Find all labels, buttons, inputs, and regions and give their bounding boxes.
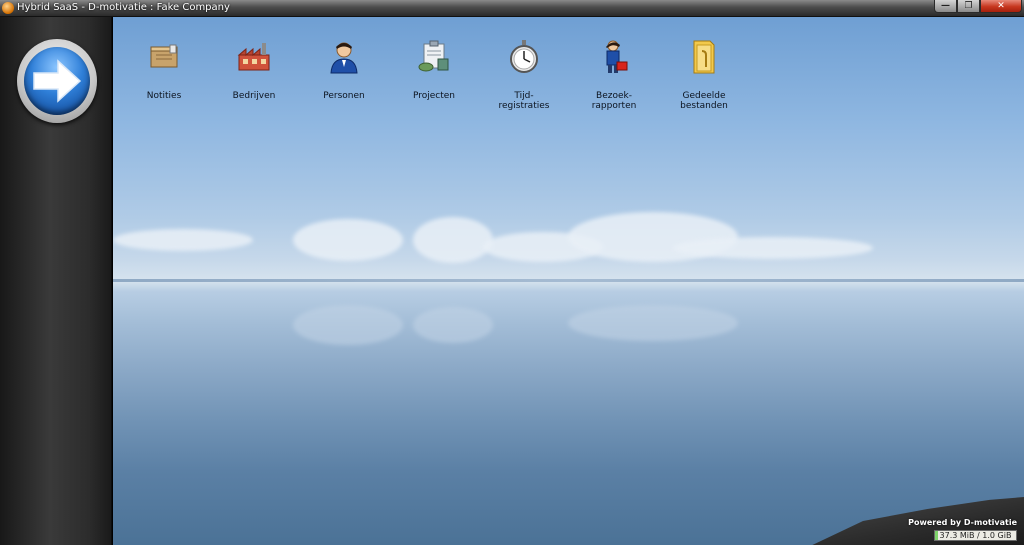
icon-label: Projecten	[412, 91, 456, 101]
window-controls: — ❐ ✕	[934, 0, 1022, 13]
stopwatch-icon	[510, 40, 538, 73]
cloud	[413, 217, 493, 263]
cloud-reflection	[568, 305, 738, 341]
window-title-bar[interactable]: Hybrid SaaS - D-motivatie : Fake Company…	[0, 0, 1024, 17]
sidebar	[0, 17, 112, 545]
restore-icon: ❐	[964, 1, 973, 11]
visit-report-icon	[606, 40, 628, 73]
arrow-right-icon	[33, 59, 82, 103]
cloud	[673, 237, 873, 259]
powered-by-text: Powered by D-motivatie	[908, 518, 1017, 527]
desktop-icon-gedeelde-bestanden[interactable]: Gedeelde bestanden	[667, 37, 741, 117]
icon-label: Bezoek- rapporten	[591, 91, 637, 111]
icon-label: Gedeelde bestanden	[680, 91, 728, 111]
desktop-icon-personen[interactable]: Personen	[307, 37, 381, 117]
shared-folder-icon	[693, 40, 715, 74]
icon-label: Notities	[146, 91, 182, 101]
icon-label: Personen	[323, 91, 365, 101]
desktop-icon-bezoekrapporten[interactable]: Bezoek- rapporten	[577, 37, 651, 117]
maximize-button[interactable]: ❐	[957, 0, 980, 13]
desktop-icon-tijdregistraties[interactable]: Tijd- registraties	[487, 37, 561, 117]
projects-icon	[418, 40, 449, 72]
close-button[interactable]: ✕	[980, 0, 1022, 13]
desktop-icon-projecten[interactable]: Projecten	[397, 37, 471, 117]
icon-label: Bedrijven	[232, 91, 276, 101]
memory-usage-label: 37.3 MiB / 1.0 GiB	[939, 531, 1012, 540]
cloud-reflection	[293, 305, 403, 345]
desktop: Notities Bedrijven Personen Projecten Ti…	[113, 17, 1024, 545]
icon-label: Tijd- registraties	[498, 91, 550, 111]
minimize-button[interactable]: —	[934, 0, 957, 13]
navigate-forward-button[interactable]	[17, 39, 97, 123]
close-icon: ✕	[997, 1, 1005, 11]
notes-icon	[150, 44, 178, 68]
cloud	[113, 229, 253, 251]
memory-usage-fill	[935, 531, 938, 540]
factory-icon	[237, 43, 270, 71]
cloud	[293, 219, 403, 261]
memory-usage-bar[interactable]: 37.3 MiB / 1.0 GiB	[934, 530, 1017, 541]
person-icon	[330, 42, 358, 74]
app-logo-icon	[2, 2, 14, 14]
desktop-icon-bedrijven[interactable]: Bedrijven	[217, 37, 291, 117]
window-title: Hybrid SaaS - D-motivatie : Fake Company	[17, 2, 230, 13]
minimize-icon: —	[941, 1, 950, 11]
desktop-icon-notities[interactable]: Notities	[127, 37, 201, 117]
cloud-reflection	[413, 307, 493, 343]
horizon-line	[113, 279, 1024, 282]
